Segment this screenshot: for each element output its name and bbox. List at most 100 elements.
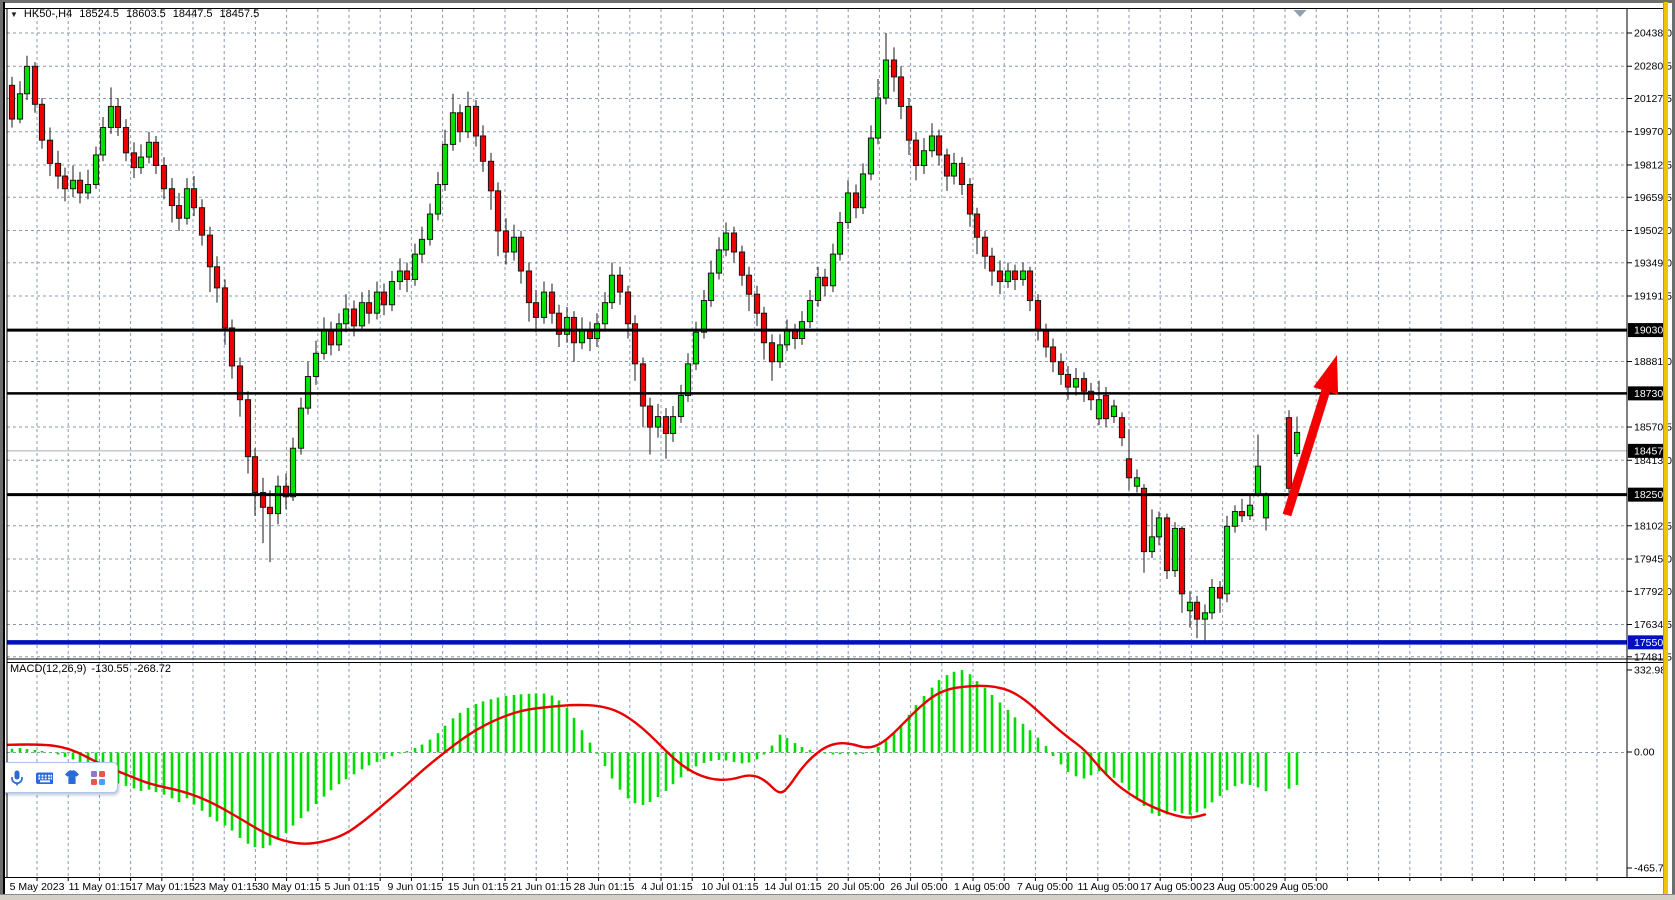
candle-bull <box>1020 271 1025 279</box>
candle-bull <box>1232 512 1237 527</box>
candle-bull <box>70 180 75 188</box>
candle-bull <box>1209 587 1214 612</box>
candle-bull <box>807 301 812 322</box>
ime-keyboard-icon[interactable] <box>35 769 53 787</box>
candle-bear <box>974 214 979 237</box>
chart-canvas[interactable]: 20438.020280.520127.519970.019812.519659… <box>0 0 1675 900</box>
high-value: 18603.5 <box>126 8 166 20</box>
chevron-down-icon[interactable]: ▼ <box>10 10 18 19</box>
candle-bull <box>1255 466 1260 494</box>
candle-bear <box>997 271 1002 282</box>
time-axis[interactable]: 5 May 202311 May 01:1517 May 01:1523 May… <box>10 877 1597 893</box>
candle-bull <box>564 317 569 334</box>
time-tick-label: 11 May 01:15 <box>69 881 132 893</box>
candle-bull <box>1073 379 1078 387</box>
candle-bear <box>936 136 941 155</box>
pane-borders <box>2 9 1663 878</box>
candle-bear <box>404 271 409 279</box>
candle-bear <box>906 106 911 140</box>
candle-bull <box>777 345 782 362</box>
candle-bull <box>868 138 873 174</box>
candle-bull <box>1294 432 1299 453</box>
open-value: 18524.5 <box>79 8 119 20</box>
candle-bull <box>883 60 888 98</box>
candle-bear <box>526 271 531 303</box>
symbol-name: HK50-,H4 <box>24 8 72 20</box>
candle-bear <box>549 292 554 313</box>
macd-indicator-label: MACD(12,26,9)-130.55-268.72 <box>10 663 176 675</box>
candle-bull <box>670 417 675 434</box>
candle-bear <box>214 267 219 288</box>
candle-bull <box>108 106 113 127</box>
candle-bear <box>822 277 827 285</box>
candle-bull <box>716 250 721 273</box>
candle-bull <box>343 309 348 324</box>
candle-bull <box>17 94 22 119</box>
time-tick-label: 17 May 01:15 <box>131 881 195 893</box>
candle-bear <box>1035 301 1040 331</box>
candle-bull <box>450 113 455 145</box>
candle-bull <box>336 324 341 345</box>
candle-bull <box>511 237 516 252</box>
candle-bear <box>488 161 493 191</box>
candle-bull <box>1156 518 1161 537</box>
candle-bear <box>191 189 196 208</box>
chart-shift-marker-icon[interactable] <box>1294 10 1307 17</box>
time-tick-label: 20 Jul 05:00 <box>827 881 884 893</box>
candle-bear <box>1012 271 1017 279</box>
time-tick-label: 23 Aug 05:00 <box>1203 881 1265 893</box>
time-tick-label: 29 Aug 05:00 <box>1266 881 1328 893</box>
candle-bull <box>138 157 143 168</box>
candle-bull <box>579 330 584 343</box>
time-tick-label: 30 May 01:15 <box>257 881 321 893</box>
candle-bear <box>746 275 751 294</box>
macd-name: MACD(12,26,9) <box>10 663 86 675</box>
candle-bear <box>1164 518 1169 571</box>
time-tick-label: 1 Aug 05:00 <box>954 881 1010 893</box>
candle-bear <box>989 256 994 271</box>
window-top-border <box>0 0 1675 3</box>
candle-bull <box>374 292 379 313</box>
candle-bull <box>435 184 440 214</box>
candle-bull <box>1111 406 1116 417</box>
close-value: 18457.5 <box>220 8 260 20</box>
candle-bear <box>207 235 212 267</box>
ime-toolbar[interactable] <box>0 762 118 793</box>
candle-bull <box>875 98 880 138</box>
candle-bull <box>146 142 151 157</box>
candle-bear <box>153 142 158 165</box>
candle-bear <box>891 60 896 77</box>
candle-bull <box>655 417 660 428</box>
candle-bull <box>784 330 789 345</box>
candle-bear <box>617 275 622 292</box>
candle-bear <box>731 233 736 252</box>
time-tick-label: 5 May 2023 <box>10 881 65 893</box>
candle-bear <box>131 153 136 168</box>
candle-bull <box>1149 537 1154 552</box>
candle-bull <box>837 222 842 254</box>
candle-bear <box>222 288 227 328</box>
ime-grid-icon[interactable] <box>89 769 107 787</box>
candle-bear <box>913 140 918 165</box>
time-tick-label: 9 Jun 01:15 <box>388 881 443 893</box>
candle-bull <box>685 364 690 396</box>
ime-microphone-icon[interactable] <box>8 769 26 787</box>
candle-bear <box>518 237 523 271</box>
candle-bull <box>100 128 105 155</box>
candle-bear <box>1141 488 1146 551</box>
candle-bull <box>412 254 417 279</box>
time-tick-label: 10 Jul 01:15 <box>701 881 758 893</box>
macd-pane <box>8 670 1297 848</box>
candle-bull <box>929 136 934 151</box>
candles <box>9 33 1299 641</box>
ime-skin-icon[interactable] <box>62 769 80 787</box>
candle-bear <box>967 184 972 214</box>
time-tick-label: 28 Jun 01:15 <box>574 881 635 893</box>
candle-bull <box>1096 400 1101 419</box>
candle-bull <box>321 330 326 353</box>
candle-bear <box>503 231 508 252</box>
symbol-ohlc-label: ▼HK50-,H418524.518603.518447.518457.5 <box>10 8 259 20</box>
candle-bear <box>761 313 766 343</box>
candle-bull <box>298 408 303 448</box>
candle-bull <box>830 254 835 286</box>
